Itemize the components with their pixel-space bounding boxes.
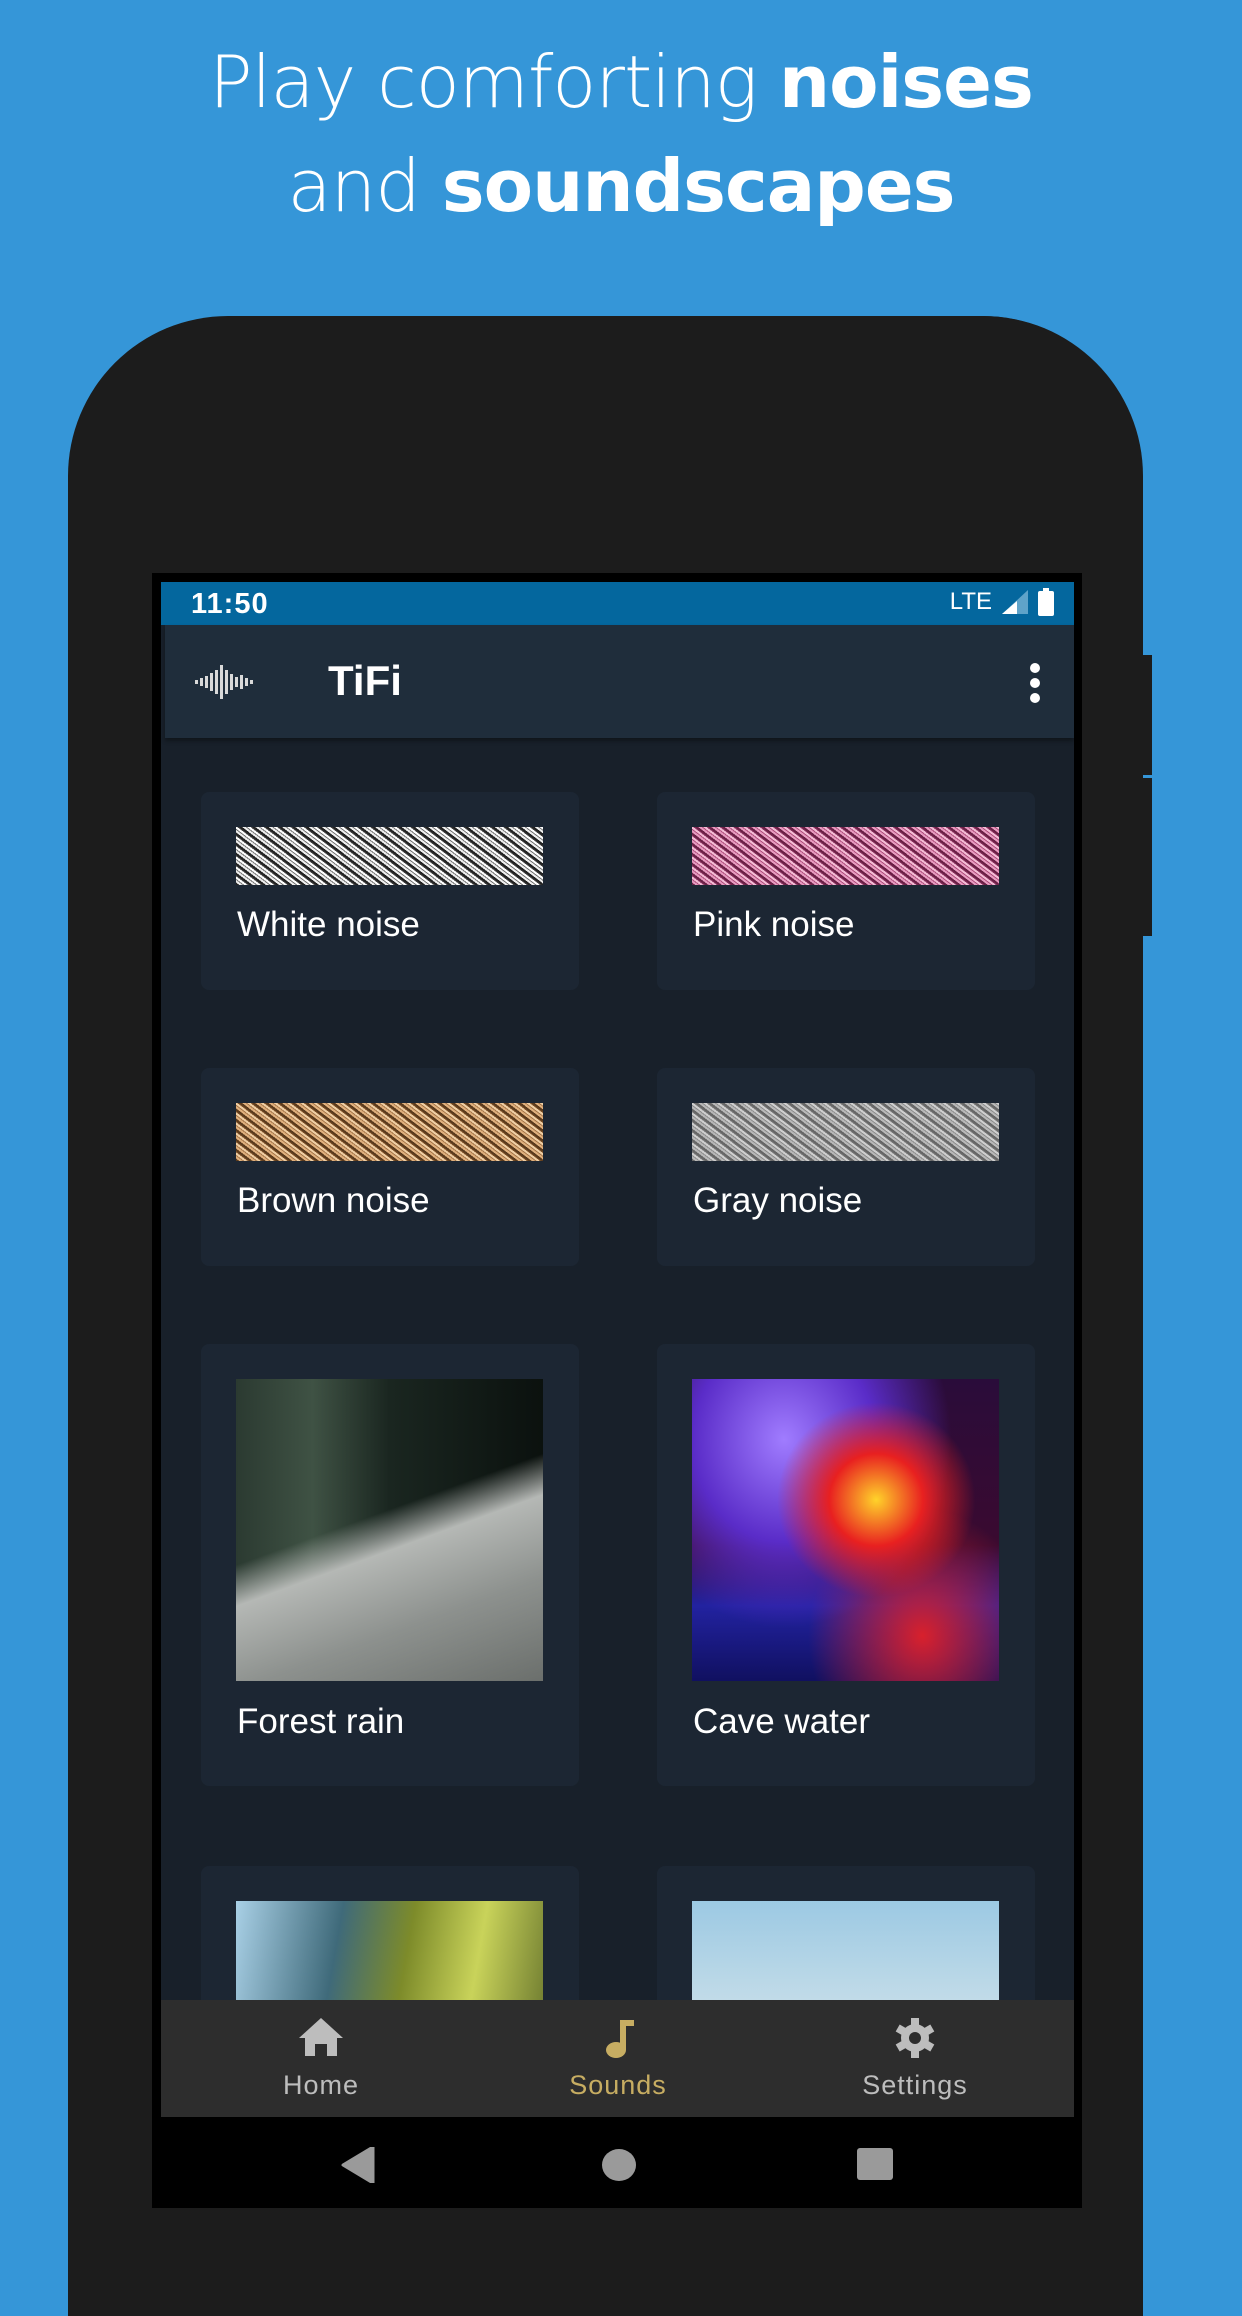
gray-noise-thumbnail xyxy=(692,1103,999,1161)
sound-card-cave-water[interactable]: Cave water xyxy=(657,1344,1035,1786)
sound-card-brown-noise[interactable]: Brown noise xyxy=(201,1068,579,1266)
sound-label: Cave water xyxy=(693,1702,871,1741)
white-noise-thumbnail xyxy=(236,827,543,885)
sound-label: Pink noise xyxy=(693,905,855,944)
nav-home[interactable]: Home xyxy=(221,2000,421,2117)
app-bar: TiFi xyxy=(165,625,1074,738)
recents-icon[interactable] xyxy=(857,2148,893,2182)
music-note-icon xyxy=(606,2020,634,2058)
sound-label: Gray noise xyxy=(693,1181,863,1220)
gear-icon xyxy=(895,2018,935,2058)
app-title: TiFi xyxy=(328,657,402,704)
promo-line-2: and soundscapes xyxy=(287,144,955,228)
status-bar: 11:50 LTE xyxy=(161,582,1074,625)
app-screen: 11:50 LTE TiFi White noise Pink noise Br… xyxy=(161,582,1074,2117)
sound-label: White noise xyxy=(237,905,420,944)
nav-sounds[interactable]: Sounds xyxy=(518,2000,718,2117)
nav-sounds-label: Sounds xyxy=(569,2070,667,2100)
signal-icon xyxy=(1002,590,1028,614)
pink-noise-thumbnail xyxy=(692,827,999,885)
brown-noise-thumbnail xyxy=(236,1103,543,1161)
promo-line-1: Play comforting noises xyxy=(209,40,1034,124)
promo-headline: Play comforting noises and soundscapes xyxy=(0,30,1242,238)
home-circle-icon[interactable] xyxy=(601,2148,637,2182)
system-nav-bar xyxy=(161,2117,1074,2208)
bottom-nav: Home Sounds Settings xyxy=(161,2000,1074,2117)
forest-rain-thumbnail xyxy=(236,1379,543,1681)
nav-settings-label: Settings xyxy=(862,2070,968,2100)
status-time: 11:50 xyxy=(191,588,269,620)
sound-label: Brown noise xyxy=(237,1181,430,1220)
cave-water-thumbnail xyxy=(692,1379,999,1681)
sound-card-pink-noise[interactable]: Pink noise xyxy=(657,792,1035,990)
sound-card-forest-rain[interactable]: Forest rain xyxy=(201,1344,579,1786)
battery-icon xyxy=(1038,588,1054,616)
home-icon xyxy=(299,2018,343,2056)
network-label: LTE xyxy=(949,588,992,615)
back-icon[interactable] xyxy=(341,2147,375,2183)
nav-home-label: Home xyxy=(282,2070,360,2100)
more-vert-icon[interactable] xyxy=(1028,663,1042,703)
sound-card-gray-noise[interactable]: Gray noise xyxy=(657,1068,1035,1266)
sound-label: Forest rain xyxy=(237,1702,405,1741)
waveform-icon xyxy=(195,665,253,699)
nav-settings[interactable]: Settings xyxy=(815,2000,1015,2117)
sound-card-white-noise[interactable]: White noise xyxy=(201,792,579,990)
